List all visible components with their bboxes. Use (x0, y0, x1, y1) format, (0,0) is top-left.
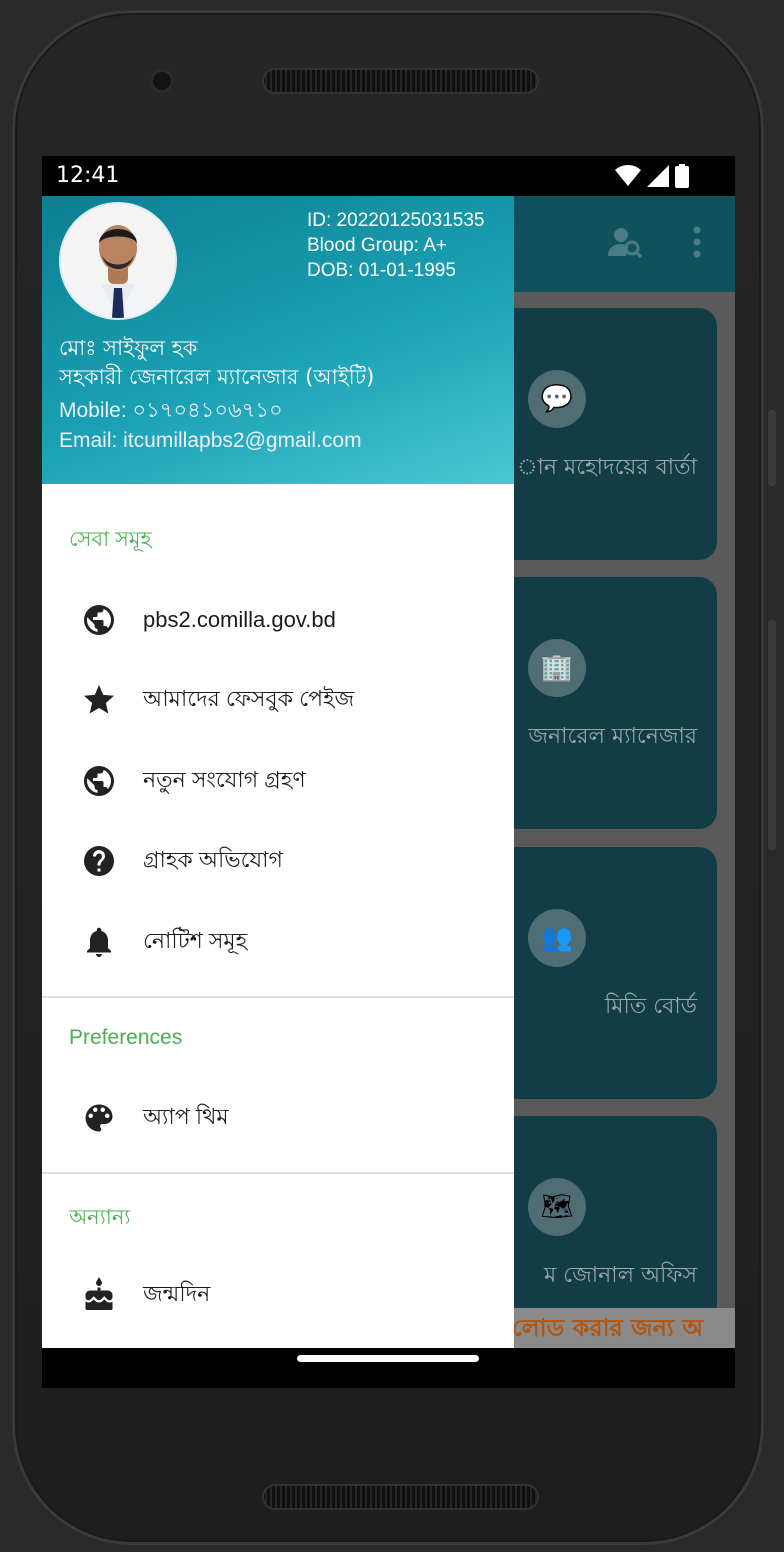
globe-icon (80, 762, 118, 800)
front-camera (150, 69, 174, 93)
user-name-block: মোঃ সাইফুল হক সহকারী জেনারেল ম্যানেজার (… (59, 334, 374, 392)
user-contact: Mobile: ০১৭০৪১০৬৭১০ Email: itcumillapbs2… (59, 396, 362, 456)
section-title-others: অন্যান্য (69, 1206, 131, 1229)
drawer-item-app-theme[interactable]: অ্যাপ থিম (42, 1088, 514, 1148)
globe-icon (80, 601, 118, 639)
user-name: মোঃ সাইফুল হক (59, 336, 198, 360)
drawer-item-label: pbs2.comilla.gov.bd (143, 607, 336, 632)
drawer-item-label: গ্রাহক অভিযোগ (143, 846, 283, 872)
status-time: 12:41 (56, 163, 120, 188)
drawer-scrim[interactable] (514, 156, 735, 1308)
home-gesture-handle[interactable] (297, 1355, 479, 1362)
drawer-item-new-connection[interactable]: নতুন সংযোগ গ্রহণ (42, 751, 514, 811)
divider (42, 1172, 514, 1174)
user-mobile: Mobile: ০১৭০৪১০৬৭১০ (59, 399, 283, 422)
user-email: Email: itcumillapbs2@gmail.com (59, 429, 362, 452)
drawer-item-label: অ্যাপ থিম (143, 1103, 229, 1129)
navigation-bar (42, 1348, 735, 1388)
drawer-header: ID: 20220125031535 Blood Group: A+ DOB: … (42, 196, 514, 484)
drawer-item-website[interactable]: pbs2.comilla.gov.bd (42, 590, 514, 650)
drawer-item-label: আমাদের ফেসবুক পেইজ (143, 685, 355, 711)
volume-button (768, 620, 776, 850)
status-bar: 12:41 (42, 156, 735, 196)
drawer-item-complaint[interactable]: গ্রাহক অভিযোগ (42, 831, 514, 891)
blood-group: Blood Group: A+ (307, 235, 447, 256)
battery-icon (675, 164, 689, 188)
avatar (59, 202, 177, 320)
drawer-item-notices[interactable]: নোটিশ সমূহ (42, 912, 514, 972)
help-icon (80, 842, 118, 880)
drawer-item-label: জন্মদিন (143, 1280, 211, 1306)
palette-icon (80, 1099, 118, 1137)
bell-icon (80, 923, 118, 961)
drawer-item-facebook[interactable]: আমাদের ফেসবুক পেইজ (42, 670, 514, 730)
date-of-birth: DOB: 01-01-1995 (307, 260, 456, 281)
user-id: ID: 20220125031535 (307, 210, 485, 231)
drawer-item-birthday[interactable]: জন্মদিন (42, 1265, 514, 1325)
user-meta: ID: 20220125031535 Blood Group: A+ DOB: … (307, 208, 485, 283)
star-icon (80, 681, 118, 719)
navigation-drawer: ID: 20220125031535 Blood Group: A+ DOB: … (42, 196, 514, 1348)
drawer-item-label: নোটিশ সমূহ (143, 927, 248, 953)
cake-icon (80, 1276, 118, 1314)
screen: 💬 ান মহোদয়ের বার্তা 🏢 জনারেল ম্যানেজার … (42, 156, 735, 1388)
wifi-icon (615, 165, 641, 186)
drawer-item-label: নতুন সংযোগ গ্রহণ (143, 766, 306, 792)
bottom-speaker (262, 1484, 539, 1510)
status-icons (615, 164, 689, 188)
signal-icon (647, 165, 669, 187)
earpiece-speaker (262, 68, 539, 94)
marquee-text: লোড করার জন্য অ (512, 1308, 735, 1348)
divider (42, 996, 514, 998)
user-designation: সহকারী জেনারেল ম্যানেজার (আইটি) (59, 365, 375, 389)
power-button (768, 410, 776, 486)
section-title-services: সেবা সমূহ (69, 528, 152, 551)
section-title-preferences: Preferences (69, 1026, 183, 1049)
